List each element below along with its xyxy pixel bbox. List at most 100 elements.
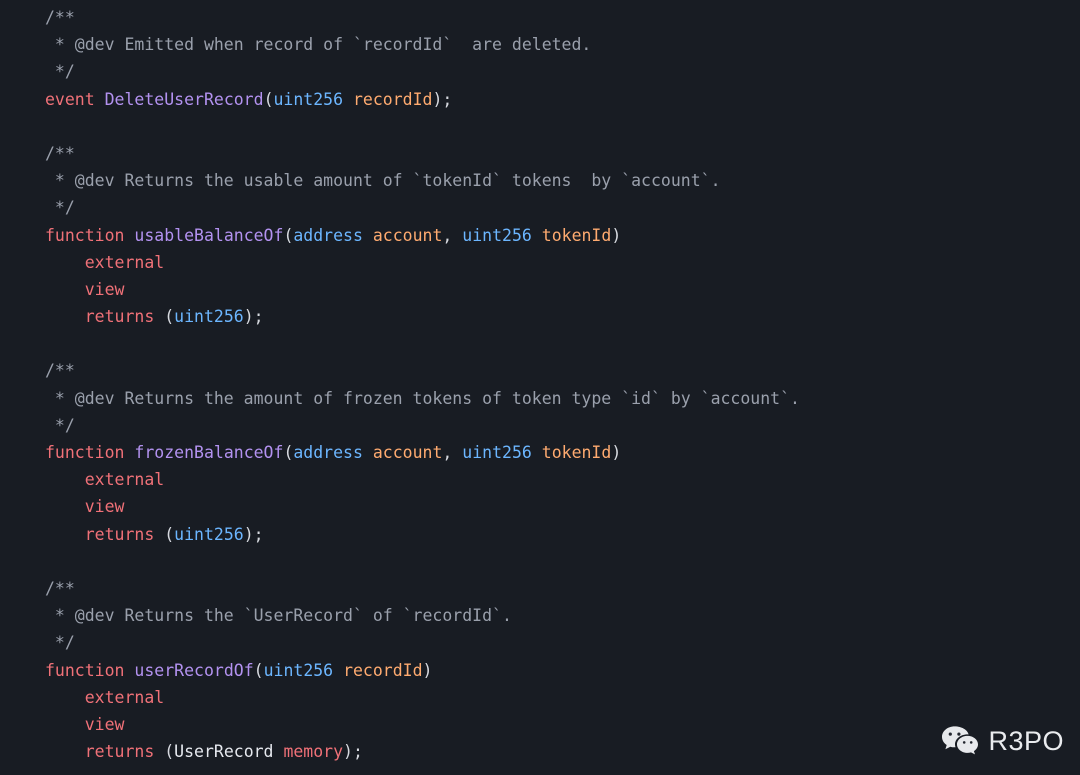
code-token: returns [45, 307, 155, 327]
code-token: uint256 [263, 660, 334, 680]
code-token: function [45, 225, 125, 245]
code-token: external [45, 687, 165, 707]
code-line: * @dev Returns the amount of frozen toke… [45, 385, 800, 412]
code-token: external [45, 252, 165, 272]
code-token: view [45, 279, 125, 299]
code-token: ) [611, 225, 622, 245]
code-token: * @dev Returns the amount of frozen toke… [45, 388, 800, 408]
code-token: UserRecord [174, 742, 274, 762]
code-token: event [45, 89, 95, 109]
code-screenshot: /** * @dev Emitted when record of `recor… [0, 0, 1080, 775]
code-token: ( [164, 742, 175, 762]
code-token: */ [45, 198, 75, 218]
code-token: tokenId [541, 443, 612, 462]
code-line: /** [45, 357, 800, 384]
code-line: external [45, 684, 800, 711]
code-token: /** [45, 361, 75, 381]
code-line: view [45, 711, 800, 738]
code-line: /** [45, 4, 800, 31]
code-token: DeleteUserRecord [104, 89, 264, 109]
code-line: external [45, 249, 800, 276]
code-token: uint256 [462, 443, 532, 462]
code-line: */ [45, 58, 800, 85]
code-line: function userRecordOf(uint256 recordId) [45, 657, 800, 684]
code-token: tokenId [541, 225, 612, 245]
code-token: returns [45, 742, 155, 762]
code-token: uint256 [462, 225, 532, 245]
code-line: view [45, 276, 800, 303]
code-line: returns (UserRecord memory); [45, 738, 800, 765]
code-token: ) [611, 443, 622, 462]
code-line: returns (uint256); [45, 303, 800, 330]
code-token: userRecordOf [134, 660, 254, 680]
code-line: view [45, 493, 800, 520]
code-token: uint256 [174, 524, 244, 544]
code-token: uint256 [174, 307, 244, 327]
code-token: memory [283, 742, 344, 762]
code-token: function [45, 443, 125, 462]
code-token: usableBalanceOf [134, 225, 284, 245]
code-token: ); [432, 89, 453, 109]
code-token: ); [243, 524, 264, 544]
code-token: address [293, 225, 363, 245]
code-line: function frozenBalanceOf(address account… [45, 439, 800, 466]
code-line: */ [45, 194, 800, 221]
code-token: , [442, 225, 463, 245]
code-token: ( [164, 307, 175, 327]
code-token: ); [343, 742, 363, 762]
code-token: ) [422, 660, 433, 680]
code-token: account [372, 225, 443, 245]
code-line: function usableBalanceOf(address account… [45, 222, 800, 249]
code-token: view [45, 714, 125, 734]
code-token: */ [45, 62, 75, 82]
code-token: recordId [352, 89, 433, 109]
code-token: address [293, 443, 363, 462]
code-line: * @dev Returns the `UserRecord` of `reco… [45, 602, 800, 629]
code-line: */ [45, 629, 800, 656]
watermark-label: R3PO [988, 725, 1064, 756]
code-line: * @dev Returns the usable amount of `tok… [45, 167, 800, 194]
code-token: view [45, 497, 125, 517]
code-token: account [372, 443, 443, 462]
code-token: external [45, 470, 165, 490]
code-line: event DeleteUserRecord(uint256 recordId)… [45, 86, 800, 113]
code-line: returns (uint256); [45, 521, 800, 548]
code-token: returns [45, 524, 155, 544]
code-token: /** [45, 578, 75, 598]
code-token: * @dev Returns the `UserRecord` of `reco… [45, 606, 512, 626]
code-token: ); [243, 307, 264, 327]
code-line: * @dev Emitted when record of `recordId`… [45, 31, 800, 58]
code-token: ( [253, 660, 264, 680]
watermark: R3PO [941, 725, 1064, 757]
code-token: * @dev Emitted when record of `recordId`… [45, 35, 592, 55]
code-token: * @dev Returns the usable amount of `tok… [45, 171, 721, 191]
code-token: ( [263, 89, 274, 109]
code-line: */ [45, 412, 800, 439]
code-token: frozenBalanceOf [134, 443, 284, 462]
code-token: ( [283, 225, 294, 245]
code-token: recordId [343, 660, 423, 680]
code-token: /** [45, 143, 75, 163]
code-line: external [45, 466, 800, 493]
code-token: ( [164, 524, 175, 544]
code-token: /** [45, 8, 75, 27]
code-token: */ [45, 415, 75, 435]
code-line: /** [45, 575, 800, 602]
